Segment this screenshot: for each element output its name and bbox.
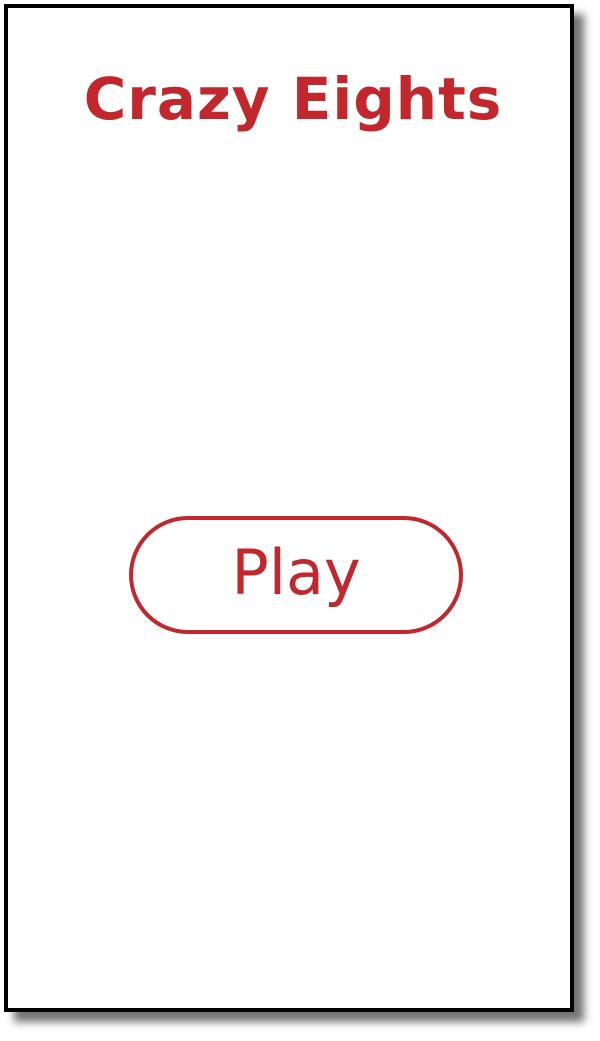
play-button[interactable]: Play — [129, 516, 463, 634]
device-frame: Crazy Eights Play — [4, 4, 574, 1012]
game-title: Crazy Eights — [83, 65, 503, 133]
